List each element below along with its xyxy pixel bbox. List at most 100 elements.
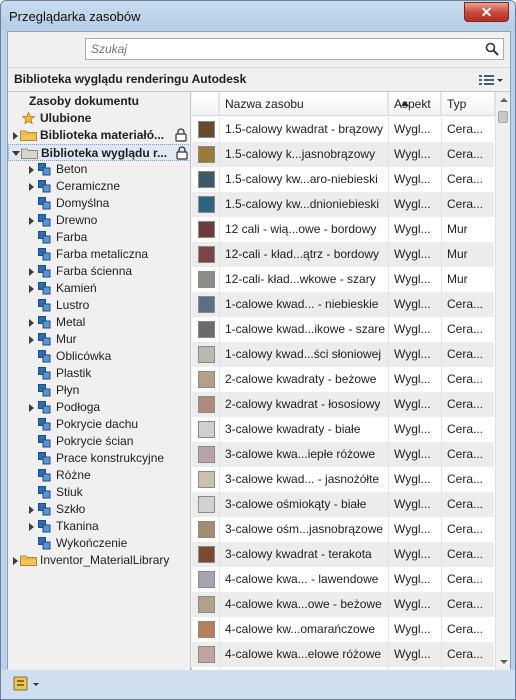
tree-item-library[interactable]: Biblioteka wyglądu r... — [8, 144, 190, 161]
expand-icon[interactable] — [13, 132, 18, 140]
library-title: Biblioteka wyglądu renderingu Autodesk — [14, 72, 247, 86]
tree-item-category[interactable]: Tkanina — [8, 518, 190, 535]
list-item[interactable]: 12-cali - kład...ątrz - bordowy Wygl... Mu… — [192, 242, 494, 267]
search-icon[interactable] — [485, 42, 499, 56]
tree-item-category[interactable]: Ceramiczne — [8, 178, 190, 195]
list-item[interactable]: 2-calowy kwadrat - łososiowy Wygl... Cera.… — [192, 392, 494, 417]
list-item[interactable]: 12 cali - wią...owe - bordowy Wygl... Mur — [192, 217, 494, 242]
column-divider — [441, 92, 442, 670]
tree-item-category[interactable]: Oblicówka — [8, 348, 190, 365]
column-header-type[interactable]: Typ — [441, 92, 495, 116]
list-item[interactable]: 3-calowe kwad... - jasnożółte Wygl... Cera… — [192, 467, 494, 492]
list-item[interactable]: 1.5-calowy kw...aro-niebieski Wygl... Cera… — [192, 167, 494, 192]
list-item[interactable]: 2-calowe kwadraty - beżowe Wygl... Cera... — [192, 367, 494, 392]
asset-aspect: Wygl... — [394, 597, 431, 611]
expand-icon[interactable] — [29, 319, 34, 327]
tree-item-category[interactable]: Lustro — [8, 297, 190, 314]
expand-icon[interactable] — [29, 285, 34, 293]
manage-library-icon[interactable] — [11, 675, 43, 693]
expand-icon[interactable] — [29, 217, 34, 225]
column-header-thumbnail[interactable] — [192, 92, 219, 116]
tree-item-category[interactable]: Szkło — [8, 501, 190, 518]
list-item[interactable]: 3-calowe ośm...jasnobrązowe Wygl... Cera..… — [192, 517, 494, 542]
tree-item-favorites[interactable]: Ulubione — [8, 110, 190, 127]
asset-type: Cera... — [447, 347, 484, 361]
tree-item-category[interactable]: Kamień — [8, 280, 190, 297]
tree-item-library[interactable]: Biblioteka materiałó... — [8, 127, 190, 144]
scroll-up-icon[interactable] — [500, 98, 508, 102]
list-item[interactable]: 1.5-calowy kwadrat - brązowy Wygl... Cera.… — [192, 117, 494, 142]
list-item[interactable]: 4-calowe kwa...elowe różowe Wygl... Cera..… — [192, 642, 494, 667]
expand-icon[interactable] — [29, 183, 34, 191]
expand-icon[interactable] — [29, 336, 34, 344]
expand-icon[interactable] — [13, 557, 18, 565]
tree-item-label: Biblioteka wyglądu r... — [41, 146, 168, 160]
search-input[interactable] — [86, 39, 478, 59]
list-item[interactable]: 4-calowe kwa... - lawendowe Wygl... Cera..… — [192, 567, 494, 592]
tree-item-category[interactable]: Mur — [8, 331, 190, 348]
asset-thumbnail — [198, 546, 215, 563]
search-box[interactable] — [85, 38, 504, 60]
list-item[interactable]: 1.5-calowy k...jasnobrązowy Wygl... Cera..… — [192, 142, 494, 167]
column-header-name[interactable]: Nazwa zasobu — [219, 92, 409, 116]
list-item[interactable]: 12-cali- kład...wkowe - szary Wygl... Mur — [192, 267, 494, 292]
tree-item-category[interactable]: Stiuk — [8, 484, 190, 501]
list-item[interactable]: 3-calowy kwadrat - terakota Wygl... Cera..… — [192, 542, 494, 567]
list-item[interactable]: 4-calowe kwa...owe - beżowe Wygl... Cera..… — [192, 592, 494, 617]
asset-thumbnail — [198, 521, 215, 538]
tree-item-category[interactable]: Pokrycie ścian — [8, 433, 190, 450]
asset-name: 12 cali - wią...owe - bordowy — [225, 222, 377, 236]
asset-type: Cera... — [447, 197, 484, 211]
category-icon — [38, 333, 51, 346]
tree-item-category[interactable]: Prace konstrukcyjne — [8, 450, 190, 467]
scroll-down-icon[interactable] — [500, 660, 508, 664]
tree-item-label: Metal — [56, 315, 86, 329]
list-item[interactable]: 3-calowe kwadraty - białe Wygl... Cera... — [192, 417, 494, 442]
tree-item-category[interactable]: Domyślna — [8, 195, 190, 212]
asset-list: Nazwa zasobu Aspekt Typ 1.5-calowy kwadr… — [192, 92, 510, 670]
tree-item-category[interactable]: Farba — [8, 229, 190, 246]
list-item[interactable]: 3-calowe ośmiokąty - białe Wygl... Cera... — [192, 492, 494, 517]
tree-item-category[interactable]: Płyn — [8, 382, 190, 399]
tree-item-category[interactable]: Farba ścienna — [8, 263, 190, 280]
list-item[interactable]: 1-calowy kwad...ści słoniowej Wygl... Cera… — [192, 342, 494, 367]
scrollbar-thumb[interactable] — [498, 111, 508, 123]
expand-icon[interactable] — [29, 506, 34, 514]
tree-item-category[interactable]: Wykończenie — [8, 535, 190, 552]
asset-name: 3-calowe ośmiokąty - białe — [225, 497, 367, 511]
list-item[interactable]: 4-calowe kw...omarańczowe Wygl... Cera... — [192, 617, 494, 642]
list-item[interactable]: 1-calowe kwad... - niebieskie Wygl... Cera… — [192, 292, 494, 317]
asset-name: 1-calowe kwad...ikowe - szare — [225, 322, 385, 336]
tree-item-category[interactable]: Beton — [8, 161, 190, 178]
tree-item-category[interactable]: Farba metaliczna — [8, 246, 190, 263]
asset-name: 1.5-calowy kwadrat - brązowy — [225, 122, 384, 136]
asset-type: Cera... — [447, 647, 484, 661]
asset-name: 1-calowe kwad... - niebieskie — [225, 297, 379, 311]
list-item[interactable]: 1.5-calowy kw...dnioniebieski Wygl... Cera… — [192, 192, 494, 217]
list-item[interactable]: 1-calowe kwad...ikowe - szare Wygl... Cera… — [192, 317, 494, 342]
close-button[interactable]: ✕ — [464, 2, 509, 22]
expand-icon[interactable] — [29, 166, 34, 174]
expand-icon[interactable] — [29, 404, 34, 412]
list-item[interactable]: 3-calowe kwa...iepłe różowe Wygl... Cera..… — [192, 442, 494, 467]
tree-item-category[interactable]: Drewno — [8, 212, 190, 229]
tree-item-category[interactable]: Różne — [8, 467, 190, 484]
column-header-aspect[interactable]: Aspekt — [388, 92, 441, 116]
tree-item-label: Prace konstrukcyjne — [56, 451, 165, 465]
tree-item-document-assets[interactable]: Zasoby dokumentu — [8, 93, 190, 110]
category-icon — [38, 180, 51, 193]
tree-item-library[interactable]: Inventor_MaterialLibrary — [8, 552, 190, 569]
column-header-aspect-label: Aspekt — [394, 97, 431, 111]
vertical-scrollbar[interactable] — [495, 92, 510, 670]
asset-name: 3-calowe ośm...jasnobrązowe — [225, 522, 384, 536]
tree-item-category[interactable]: Podłoga — [8, 399, 190, 416]
expand-open-icon[interactable] — [12, 151, 20, 156]
view-options-icon[interactable] — [476, 71, 504, 89]
tree-item-category[interactable]: Metal — [8, 314, 190, 331]
title-bar[interactable]: Przeglądarka zasobów ✕ — [1, 1, 515, 30]
tree-item-label: Kamień — [56, 281, 97, 295]
tree-item-category[interactable]: Pokrycie dachu — [8, 416, 190, 433]
expand-icon[interactable] — [29, 268, 34, 276]
tree-item-category[interactable]: Plastik — [8, 365, 190, 382]
expand-icon[interactable] — [29, 523, 34, 531]
